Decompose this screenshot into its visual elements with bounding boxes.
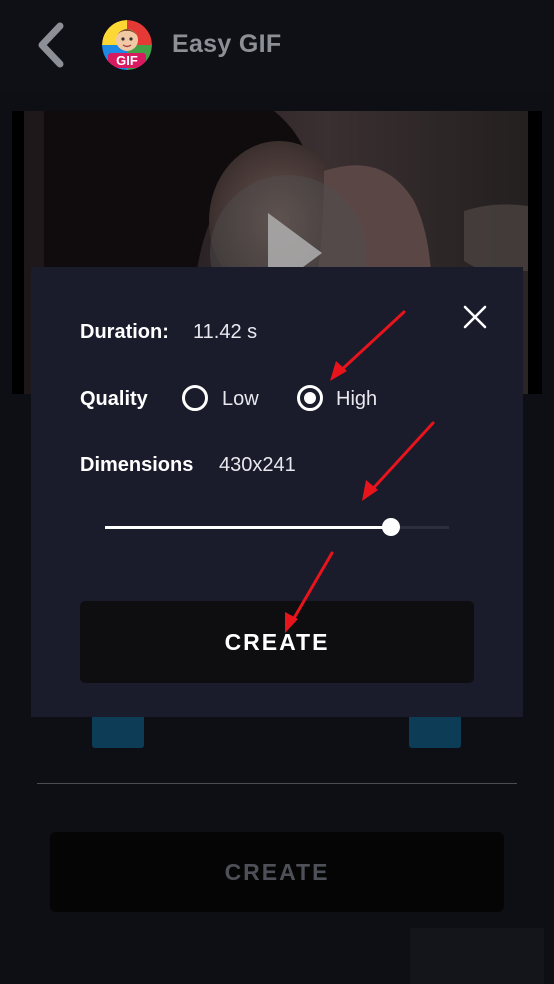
logo-text: GIF: [116, 53, 138, 68]
background-panel: [410, 928, 544, 984]
dimensions-slider[interactable]: [105, 518, 449, 536]
duration-value: 11.42 s: [193, 321, 258, 343]
quality-low-label[interactable]: Low: [222, 388, 259, 411]
slider-fill: [105, 526, 391, 529]
app-header: GIF Easy GIF: [0, 0, 554, 92]
chevron-left-icon: [38, 22, 64, 68]
create-button[interactable]: CREATE: [80, 601, 474, 683]
quality-low-radio[interactable]: [182, 385, 208, 411]
close-button[interactable]: [457, 299, 493, 335]
background-create-button[interactable]: CREATE: [50, 832, 504, 912]
create-gif-dialog: Duration: 11.42 s Quality Low High Dimen…: [31, 267, 523, 717]
app-logo: GIF: [102, 20, 152, 70]
dimensions-label: Dimensions: [80, 454, 194, 476]
quality-high-radio[interactable]: [297, 385, 323, 411]
app-title: Easy GIF: [172, 30, 282, 58]
easy-gif-screen: GIF Easy GIF CREATE Duration: 11.42 s Qu…: [0, 0, 554, 984]
range-handle-left[interactable]: [92, 716, 144, 748]
divider: [37, 783, 517, 784]
slider-thumb[interactable]: [381, 518, 400, 536]
range-handle-right[interactable]: [409, 716, 461, 748]
back-button[interactable]: [28, 20, 72, 70]
duration-label: Duration:: [80, 321, 169, 343]
dimensions-value: 430x241: [219, 454, 296, 476]
quality-label: Quality: [80, 388, 148, 410]
quality-high-label[interactable]: High: [336, 388, 377, 411]
close-icon: [463, 305, 487, 329]
